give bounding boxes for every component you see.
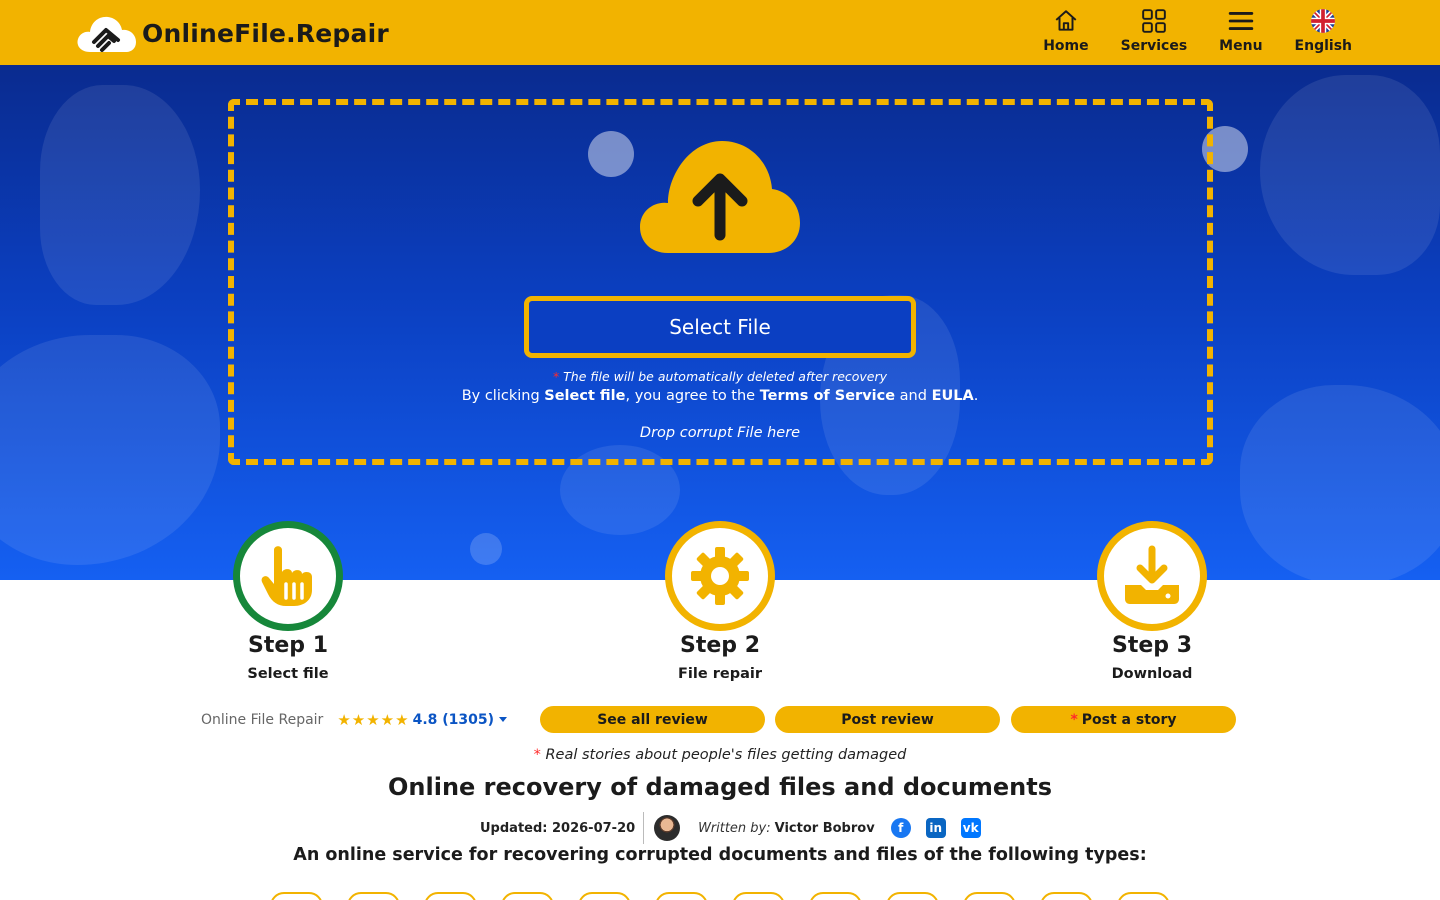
nav-home[interactable]: Home	[1043, 6, 1089, 54]
gear-icon	[691, 547, 749, 605]
nav-services[interactable]: Services	[1120, 6, 1188, 54]
decor-blob	[40, 85, 200, 305]
linkedin-icon[interactable]: in	[925, 818, 946, 838]
step-1: Step 1 Select file	[178, 521, 398, 682]
decor-blob	[1260, 75, 1440, 275]
author-social-links: f in vk	[890, 818, 981, 838]
nav-language[interactable]: English	[1295, 6, 1352, 54]
nav-services-label: Services	[1120, 38, 1188, 54]
star-icon: ★	[351, 710, 366, 729]
step-3-subtitle: Download	[1111, 666, 1193, 682]
vk-icon[interactable]: vk	[960, 818, 981, 838]
step-2-title: Step 2	[680, 633, 760, 658]
rating-dropdown[interactable]: 4.8 (1305)	[412, 711, 508, 728]
file-type-chip[interactable]	[424, 892, 477, 900]
site-header: OnlineFile.Repair Home Services Menu Eng…	[0, 0, 1440, 65]
required-asterisk: *	[552, 369, 560, 384]
decor-dot	[470, 533, 502, 565]
auto-delete-text: The file will be automatically deleted a…	[563, 369, 888, 384]
star-icon: ★	[395, 710, 409, 729]
step-1-subtitle: Select file	[247, 666, 329, 682]
file-type-chip[interactable]	[1040, 892, 1093, 900]
select-file-button[interactable]: Select File	[524, 296, 916, 358]
file-type-chip[interactable]	[347, 892, 400, 900]
post-review-button[interactable]: Post review	[775, 706, 1000, 733]
agree-end: .	[973, 388, 979, 404]
top-nav: Home Services Menu English	[1043, 6, 1352, 54]
drop-hint: Drop corrupt File here	[639, 425, 801, 441]
file-type-chip[interactable]	[578, 892, 631, 900]
step-3-title: Step 3	[1112, 633, 1192, 658]
step-2: Step 2 File repair	[610, 521, 830, 682]
file-type-list	[270, 892, 1170, 900]
agree-and: and	[895, 388, 932, 404]
nav-menu[interactable]: Menu	[1219, 6, 1263, 54]
file-type-chip[interactable]	[270, 892, 323, 900]
file-type-chip[interactable]	[501, 892, 554, 900]
author-avatar	[654, 815, 681, 841]
updated-date: Updated: 2026-07-20	[480, 812, 645, 844]
rating-product-label: Online File Repair	[201, 711, 324, 728]
terms-of-service-link[interactable]: Terms of Service	[760, 388, 895, 404]
nav-language-label: English	[1294, 38, 1352, 54]
step-2-circle	[665, 521, 775, 631]
file-type-chip[interactable]	[809, 892, 862, 900]
file-type-chip[interactable]	[963, 892, 1016, 900]
post-story-label: Post a story	[1081, 711, 1177, 728]
site-logo[interactable]: OnlineFile.Repair	[76, 12, 389, 54]
required-asterisk: *	[533, 747, 541, 763]
see-all-reviews-button[interactable]: See all review	[540, 706, 765, 733]
article-meta: Updated: 2026-07-20 Written by: Victor B…	[480, 812, 981, 844]
file-type-chip[interactable]	[655, 892, 708, 900]
uk-flag-icon	[1311, 9, 1336, 33]
step-3-circle	[1097, 521, 1207, 631]
file-type-chip[interactable]	[1117, 892, 1170, 900]
author-name[interactable]: Victor Bobrov	[775, 821, 875, 836]
grid-icon	[1142, 9, 1166, 33]
brand-name: OnlineFile.Repair	[142, 18, 389, 48]
pointer-hand-icon	[261, 546, 312, 606]
page-title: Online recovery of damaged files and doc…	[388, 773, 1052, 801]
cloud-upload-icon	[640, 141, 800, 253]
facebook-icon[interactable]: f	[890, 818, 911, 838]
post-story-button[interactable]: * Post a story	[1011, 706, 1236, 733]
agree-mid: , you agree to the	[625, 388, 760, 404]
stories-note: * Real stories about people's files gett…	[0, 747, 1440, 763]
required-asterisk: *	[1070, 711, 1078, 728]
stories-note-text: Real stories about people's files gettin…	[545, 747, 907, 763]
nav-menu-label: Menu	[1219, 38, 1263, 54]
file-type-chip[interactable]	[886, 892, 939, 900]
eula-link[interactable]: EULA	[932, 388, 974, 404]
decor-blob	[1240, 385, 1440, 580]
step-2-subtitle: File repair	[678, 666, 762, 682]
rating-value: 4.8 (1305)	[412, 711, 495, 728]
star-icon: ★	[366, 710, 380, 729]
step-1-title: Step 1	[248, 633, 328, 658]
star-icon: ★	[380, 710, 395, 729]
agreement-text: By clicking Select file, you agree to th…	[0, 388, 1440, 404]
star-icon: ★	[337, 710, 351, 729]
cloud-logo-icon	[77, 16, 136, 52]
agree-select-file: Select file	[544, 388, 626, 404]
star-rating: ★ ★ ★ ★ ★	[337, 711, 408, 729]
upload-cloud[interactable]	[638, 139, 802, 259]
agree-prefix: By clicking	[461, 388, 545, 404]
step-3: Step 3 Download	[1042, 521, 1262, 682]
rating-summary: Online File Repair ★ ★ ★ ★ ★ 4.8 (1305)	[201, 706, 508, 733]
upload-hero: Select File * The file will be automatic…	[0, 65, 1440, 580]
hamburger-icon	[1228, 12, 1254, 30]
home-icon	[1055, 10, 1077, 31]
section-subtitle: An online service for recovering corrupt…	[293, 845, 1147, 865]
written-by-label: Written by:	[698, 820, 771, 836]
file-type-chip[interactable]	[732, 892, 785, 900]
nav-home-label: Home	[1043, 38, 1089, 54]
step-1-circle	[233, 521, 343, 631]
caret-down-icon	[499, 717, 508, 722]
download-icon	[1125, 545, 1179, 604]
auto-delete-note: * The file will be automatically deleted…	[0, 369, 1440, 384]
